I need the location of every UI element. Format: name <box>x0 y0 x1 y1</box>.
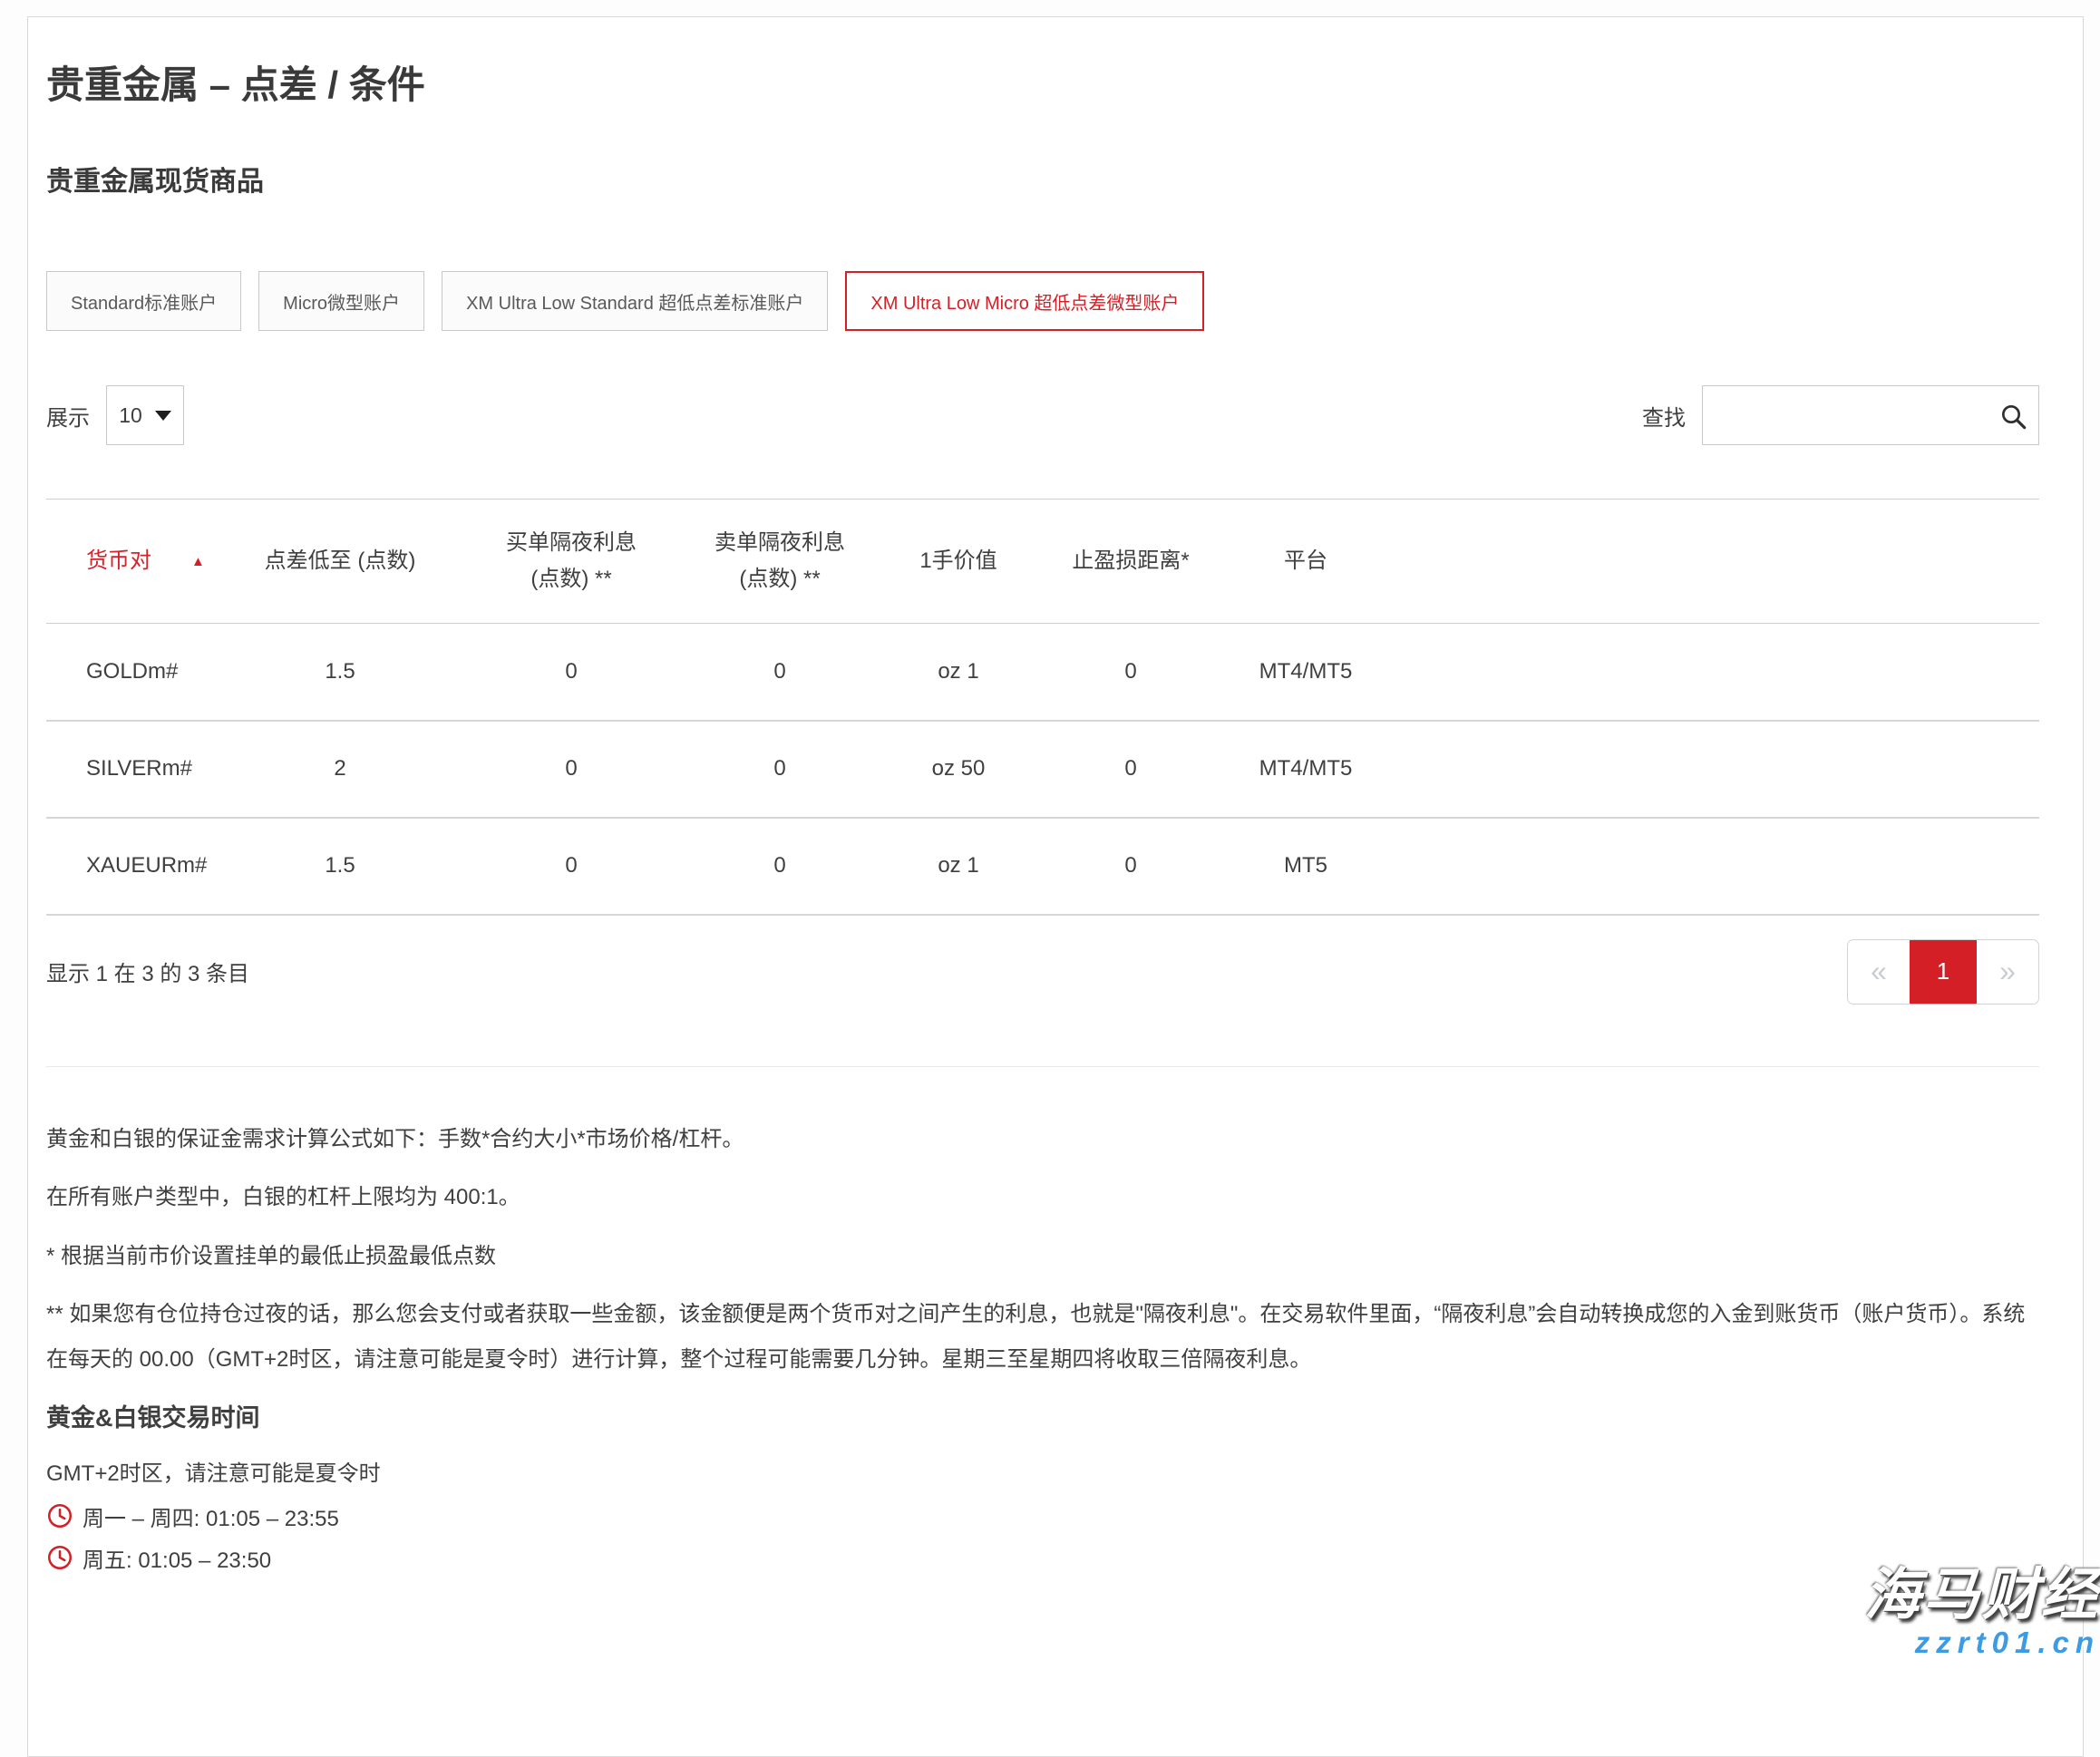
page-subtitle: 贵重金属现货商品 <box>46 166 2039 199</box>
footnotes: 黄金和白银的保证金需求计算公式如下：手数*合约大小*市场价格/杠杆。 在所有账户… <box>46 1117 2039 1383</box>
cell-stop-level: 0 <box>1047 624 1214 721</box>
note-leverage-cap: 在所有账户类型中，白银的杠杆上限均为 400:1。 <box>46 1175 2039 1220</box>
cell-platform: MT5 <box>1214 818 1397 915</box>
column-header-pair[interactable]: 货币对▲ <box>46 500 228 624</box>
page-size-value: 10 <box>119 403 142 428</box>
column-header-filler <box>1397 500 2039 624</box>
cell-pair: GOLDm# <box>46 624 228 721</box>
search-box <box>1702 385 2039 445</box>
cell-spread: 2 <box>228 721 452 818</box>
schedule-row-mon-thu: 周一 – 周四: 01:05 – 23:55 <box>46 1499 2039 1533</box>
pagination-row: 显示 1 在 3 的 3 条目 « 1 » <box>46 939 2039 1005</box>
cell-swap-long: 0 <box>452 624 690 721</box>
column-header-lot-value[interactable]: 1手价值 <box>870 500 1047 624</box>
table-row: XAUEURm# 1.5 0 0 oz 1 0 MT5 <box>46 818 2039 915</box>
chevron-down-icon <box>155 411 171 421</box>
trading-hours-heading: 黄金&白银交易时间 <box>46 1398 2039 1433</box>
cell-lot-value: oz 1 <box>870 818 1047 915</box>
cell-spread: 1.5 <box>228 818 452 915</box>
table-header-row: 货币对▲ 点差低至 (点数) 买单隔夜利息(点数) ** 卖单隔夜利息(点数) … <box>46 500 2039 624</box>
cell-swap-short: 0 <box>690 818 870 915</box>
table-controls: 展示 10 查找 <box>46 385 2039 445</box>
cell-swap-long: 0 <box>452 721 690 818</box>
note-margin-formula: 黄金和白银的保证金需求计算公式如下：手数*合约大小*市场价格/杠杆。 <box>46 1117 2039 1162</box>
cell-platform: MT4/MT5 <box>1214 721 1397 818</box>
pagination-page-1-button[interactable]: 1 <box>1910 940 1977 1004</box>
cell-swap-short: 0 <box>690 721 870 818</box>
tab-ultra-low-micro-account[interactable]: XM Ultra Low Micro 超低点差微型账户 <box>845 271 1204 331</box>
cell-swap-long: 0 <box>452 818 690 915</box>
column-header-spread[interactable]: 点差低至 (点数) <box>228 500 452 624</box>
cell-spread: 1.5 <box>228 624 452 721</box>
table-row: SILVERm# 2 0 0 oz 50 0 MT4/MT5 <box>46 721 2039 818</box>
pager: « 1 » <box>1847 939 2039 1005</box>
table-summary: 显示 1 在 3 的 3 条目 <box>46 956 249 987</box>
table-row: GOLDm# 1.5 0 0 oz 1 0 MT4/MT5 <box>46 624 2039 721</box>
note-stop-level: * 根据当前市价设置挂单的最低止损盈最低点数 <box>46 1234 2039 1279</box>
cell-stop-level: 0 <box>1047 818 1214 915</box>
page-size-group: 展示 10 <box>46 385 184 445</box>
search-input[interactable] <box>1703 386 2038 444</box>
cell-pair: XAUEURm# <box>46 818 228 915</box>
spreads-table: 货币对▲ 点差低至 (点数) 买单隔夜利息(点数) ** 卖单隔夜利息(点数) … <box>46 499 2039 916</box>
tab-micro-account[interactable]: Micro微型账户 <box>258 271 424 331</box>
sort-ascending-icon: ▲ <box>191 554 205 569</box>
cell-stop-level: 0 <box>1047 721 1214 818</box>
schedule-label: 周五: 01:05 – 23:50 <box>83 1542 271 1574</box>
search-group: 查找 <box>1642 385 2039 445</box>
note-swap-explanation: ** 如果您有仓位持仓过夜的话，那么您会支付或者获取一些金额，该金额便是两个货币… <box>46 1292 2039 1383</box>
cell-swap-short: 0 <box>690 624 870 721</box>
cell-platform: MT4/MT5 <box>1214 624 1397 721</box>
pagination-prev-button[interactable]: « <box>1848 940 1910 1004</box>
tab-standard-account[interactable]: Standard标准账户 <box>46 271 241 331</box>
cell-pair: SILVERm# <box>46 721 228 818</box>
search-icon <box>1998 402 2027 431</box>
cell-lot-value: oz 1 <box>870 624 1047 721</box>
column-header-swap-long[interactable]: 买单隔夜利息(点数) ** <box>452 500 690 624</box>
clock-icon <box>46 1544 73 1571</box>
page-size-label: 展示 <box>46 400 90 432</box>
schedule-row-fri: 周五: 01:05 – 23:50 <box>46 1540 2039 1575</box>
timezone-note: GMT+2时区，请注意可能是夏令时 <box>46 1457 2039 1491</box>
column-header-stop-level[interactable]: 止盈损距离* <box>1047 500 1214 624</box>
pagination-next-button[interactable]: » <box>1977 940 2038 1004</box>
column-header-platform[interactable]: 平台 <box>1214 500 1397 624</box>
page-title: 贵重金属 – 点差 / 条件 <box>46 63 2039 108</box>
account-type-tabs: Standard标准账户 Micro微型账户 XM Ultra Low Stan… <box>46 271 2039 331</box>
cell-lot-value: oz 50 <box>870 721 1047 818</box>
page-size-select[interactable]: 10 <box>106 385 184 445</box>
column-header-swap-short[interactable]: 卖单隔夜利息(点数) ** <box>690 500 870 624</box>
section-divider <box>46 1066 2039 1067</box>
search-label: 查找 <box>1642 400 1686 432</box>
clock-icon <box>46 1502 73 1529</box>
schedule-label: 周一 – 周四: 01:05 – 23:55 <box>83 1500 339 1532</box>
content-card: 贵重金属 – 点差 / 条件 贵重金属现货商品 Standard标准账户 Mic… <box>27 16 2084 1757</box>
tab-ultra-low-standard-account[interactable]: XM Ultra Low Standard 超低点差标准账户 <box>442 271 828 331</box>
